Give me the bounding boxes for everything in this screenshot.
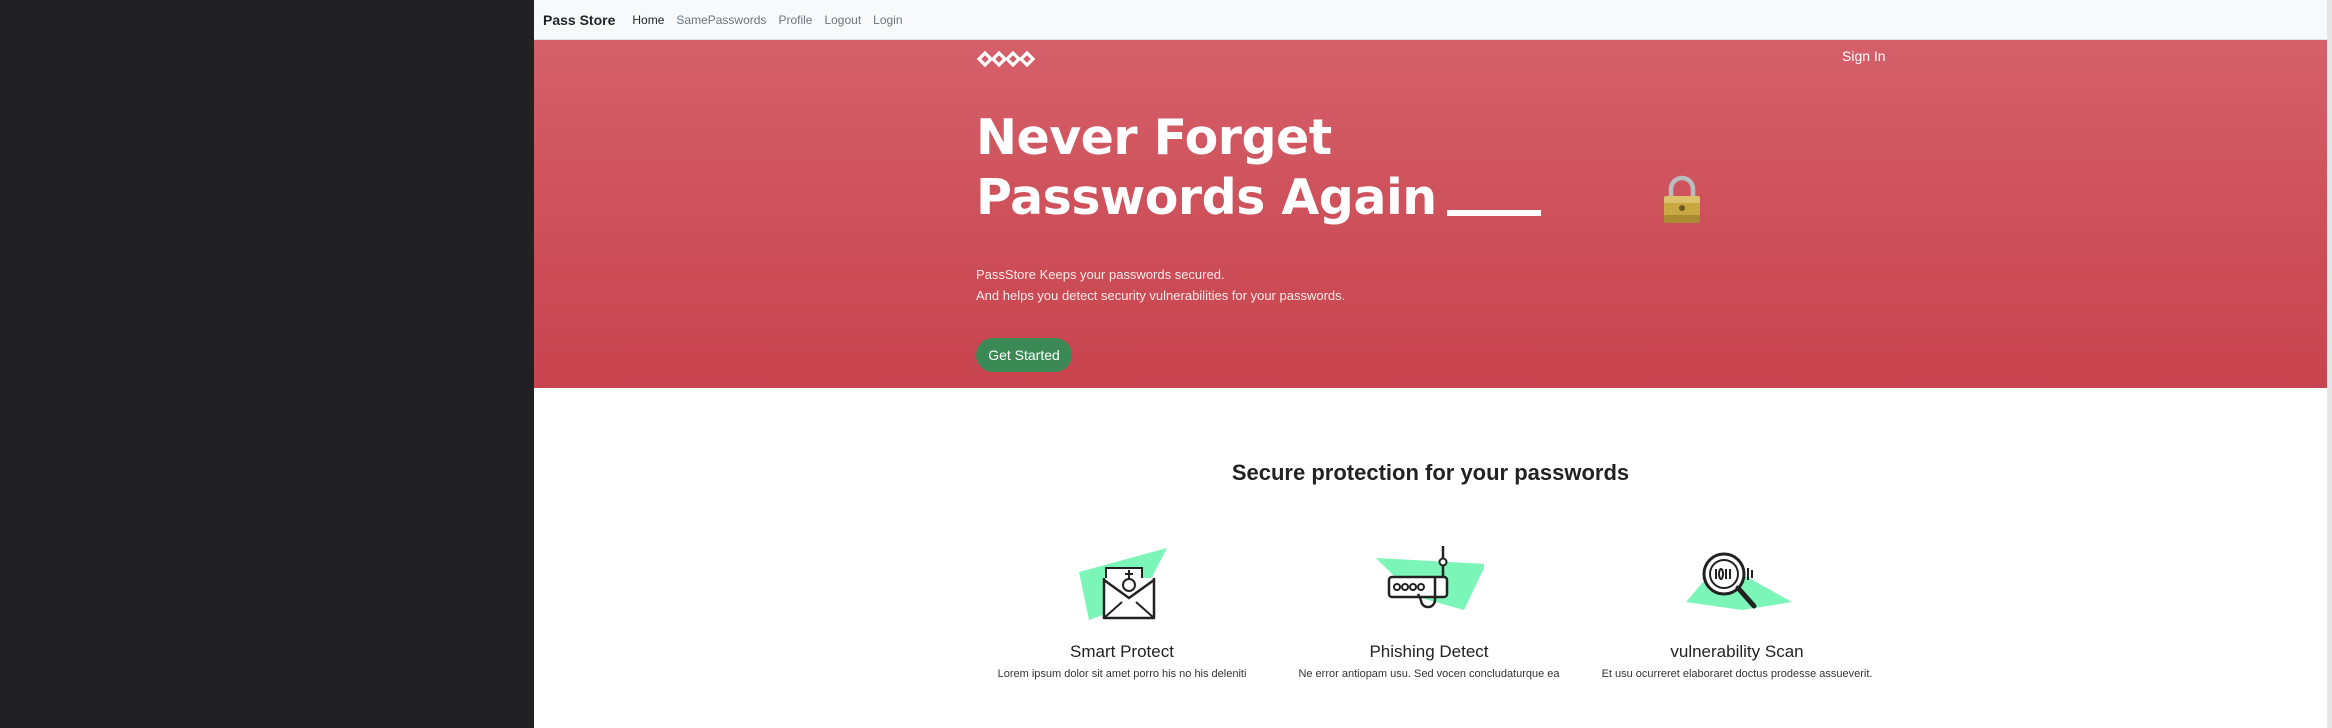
phishing-hook-icon — [1376, 546, 1484, 610]
feature-description: Lorem ipsum dolor sit amet porro his no … — [997, 668, 1247, 680]
features-title: Secure protection for your passwords — [1231, 460, 1630, 485]
desktop-background — [0, 0, 534, 728]
nav-link-samepasswords[interactable]: SamePasswords — [676, 13, 766, 27]
feature-vulnerability-scan: vulnerability Scan Et usu ocurreret elab… — [1587, 540, 1887, 680]
nav-link-home[interactable]: Home — [632, 13, 664, 27]
typing-cursor — [1446, 210, 1541, 216]
feature-description: Ne error antiopam usu. Sed vocen conclud… — [1298, 668, 1560, 680]
envelope-lock-icon — [1079, 548, 1167, 620]
feature-smart-protect: Smart Protect Lorem ipsum dolor sit amet… — [972, 540, 1272, 680]
logo-icon[interactable] — [976, 48, 1036, 70]
nav-link-logout[interactable]: Logout — [824, 13, 861, 27]
hero-subtext-line-1: PassStore Keeps your passwords secured. — [976, 267, 1225, 282]
navbar: Pass Store Home SamePasswords Profile Lo… — [534, 0, 2327, 40]
hero-headline: Never Forget Passwords Again — [976, 108, 1541, 228]
feature-title: Smart Protect — [1070, 642, 1174, 661]
scrollbar-track[interactable] — [2327, 0, 2332, 728]
feature-description: Et usu ocurreret elaboraret doctus prode… — [1601, 668, 1873, 680]
nav-link-profile[interactable]: Profile — [778, 13, 812, 27]
feature-phishing-detect: Phishing Detect Ne error antiopam usu. S… — [1279, 540, 1579, 680]
feature-title: Phishing Detect — [1369, 642, 1489, 661]
magnifier-binary-icon — [1686, 552, 1792, 610]
browser-viewport: Pass Store Home SamePasswords Profile Lo… — [534, 0, 2327, 728]
padlock-icon — [1664, 175, 1700, 223]
brand-link[interactable]: Pass Store — [543, 12, 615, 28]
feature-title: vulnerability Scan — [1670, 642, 1804, 661]
sign-in-link[interactable]: Sign In — [1842, 48, 1886, 64]
hero-section: Sign In Never Forget Passwords Again Pas… — [534, 40, 2327, 388]
nav-link-login[interactable]: Login — [873, 13, 902, 27]
get-started-button[interactable]: Get Started — [976, 338, 1072, 372]
headline-line-1: Never Forget — [976, 109, 1332, 166]
hero-subtext: PassStore Keeps your passwords secured. … — [976, 264, 1345, 306]
hero-subtext-line-2: And helps you detect security vulnerabil… — [976, 288, 1346, 303]
nav-links: Home SamePasswords Profile Logout Login — [632, 13, 914, 27]
headline-line-2: Passwords Again — [976, 169, 1437, 226]
